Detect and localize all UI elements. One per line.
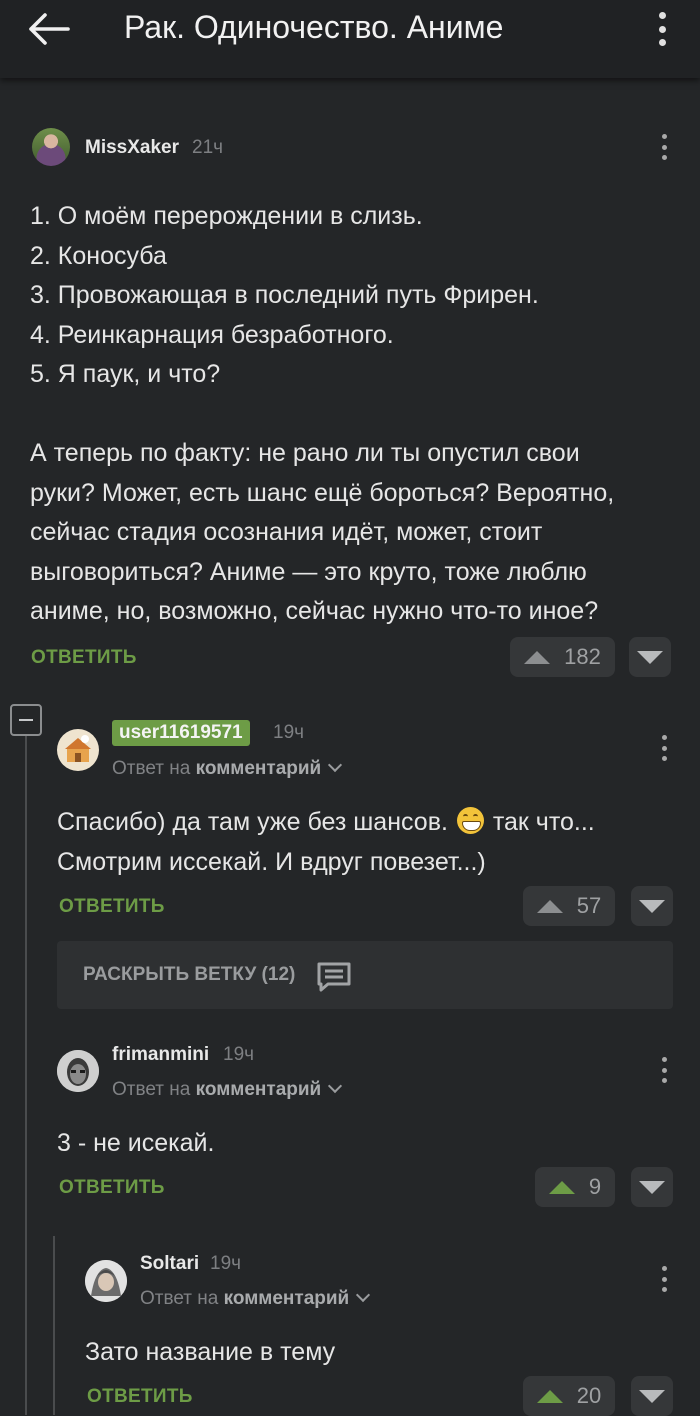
comment-author[interactable]: frimanmini <box>112 1044 209 1066</box>
chevron-down-icon <box>328 757 343 773</box>
triangle-up-icon <box>536 1389 563 1403</box>
back-arrow-icon[interactable] <box>28 12 72 46</box>
comment-text-line: 4. Реинкарнация безработного. <box>30 320 394 349</box>
triangle-down-icon <box>639 899 665 913</box>
upvote-button[interactable]: 20 <box>523 1376 615 1416</box>
comment-text-line: руки? Может, есть шанс ещё бороться? Вер… <box>30 478 615 507</box>
expand-branch-label: РАСКРЫТЬ ВЕТКУ (12) <box>83 964 296 985</box>
upvote-button[interactable]: 57 <box>523 886 615 926</box>
comment-text: 1. О моём перерождении в слизь. 2. Конос… <box>30 197 614 632</box>
triangle-down-icon <box>639 1180 665 1194</box>
more-vert-icon[interactable] <box>659 134 669 160</box>
avatar[interactable] <box>32 128 70 166</box>
vote-count: 9 <box>588 1174 602 1199</box>
more-vert-icon[interactable] <box>659 735 669 761</box>
reply-button[interactable]: ОТВЕТИТЬ <box>59 1177 165 1199</box>
avatar[interactable] <box>57 1050 99 1092</box>
app-toolbar: Рак. Одиночество. Аниме <box>0 0 700 78</box>
more-vert-icon[interactable] <box>655 12 669 46</box>
thread-line <box>25 736 27 1415</box>
comment-text-line: Смотрим иссекай. И вдруг повезет...) <box>57 847 486 876</box>
comment-text-line: Спасибо) да там уже без шансов. так что.… <box>57 803 595 843</box>
comment-time: 21ч <box>192 137 224 158</box>
character-icon <box>85 1260 127 1302</box>
face-icon <box>57 1050 99 1092</box>
comment-text-line: 1. О моём перерождении в слизь. <box>30 202 423 230</box>
reply-to-link[interactable]: Ответ на комментарий <box>112 757 343 780</box>
comment-text-line: 3. Провожающая в последний путь Фрирен. <box>30 281 539 309</box>
reply-button[interactable]: ОТВЕТИТЬ <box>31 647 137 669</box>
reply-button[interactable]: ОТВЕТИТЬ <box>87 1386 193 1408</box>
comment-text-line: сейчас стадия осознания идёт, может, сто… <box>30 518 543 546</box>
text-fragment: так что... <box>492 808 595 836</box>
triangle-up-icon <box>524 650 551 664</box>
upvote-button[interactable]: 182 <box>510 637 615 677</box>
text-fragment: Спасибо) да там уже без шансов. <box>57 808 448 836</box>
reply-to-prefix: Ответ на <box>112 1079 191 1100</box>
comment-text-line: А теперь по факту: не рано ли ты опустил… <box>30 439 580 467</box>
comment-text: 3 - не исекай. <box>57 1129 215 1157</box>
triangle-down-icon <box>639 1389 665 1403</box>
comment-text: Спасибо) да там уже без шансов. так что.… <box>57 803 595 882</box>
reply-to-prefix: Ответ на <box>140 1288 219 1309</box>
grinning-face-emoji <box>456 807 484 834</box>
more-vert-icon[interactable] <box>659 1266 669 1292</box>
reply-to-link[interactable]: Ответ на комментарий <box>140 1287 371 1310</box>
comment-text-line: аниме, но, возможно, сейчас нужно что-то… <box>30 597 599 625</box>
triangle-up-icon <box>548 1180 575 1194</box>
thread-line <box>53 1236 55 1415</box>
triangle-down-icon <box>637 650 663 664</box>
comment-author[interactable]: user11619571 <box>112 720 250 746</box>
chevron-down-icon <box>328 1078 343 1094</box>
avatar[interactable] <box>85 1260 127 1302</box>
more-vert-icon[interactable] <box>659 1057 669 1083</box>
reply-to-target: комментарий <box>195 758 322 779</box>
expand-branch-button[interactable]: РАСКРЫТЬ ВЕТКУ (12) <box>57 941 673 1009</box>
page-title: Рак. Одиночество. Аниме <box>124 9 504 45</box>
downvote-button[interactable] <box>631 1167 673 1207</box>
reply-to-target: комментарий <box>223 1288 350 1309</box>
triangle-up-icon <box>536 899 563 913</box>
comment-text: Зато название в тему <box>85 1338 336 1366</box>
comment-time: 19ч <box>273 722 305 743</box>
comment-author[interactable]: MissXaker <box>85 137 179 159</box>
avatar[interactable] <box>57 729 99 771</box>
chevron-down-icon <box>356 1287 371 1303</box>
collapse-thread-button[interactable] <box>10 704 42 736</box>
vote-count: 57 <box>576 893 602 918</box>
comment-author[interactable]: Soltari <box>140 1253 199 1275</box>
house-icon <box>65 735 91 762</box>
reply-to-link[interactable]: Ответ на комментарий <box>112 1078 343 1101</box>
reply-button[interactable]: ОТВЕТИТЬ <box>59 896 165 918</box>
reply-to-target: комментарий <box>195 1079 322 1100</box>
downvote-button[interactable] <box>629 637 671 677</box>
comment-text-line: 5. Я паук, и что? <box>30 360 221 388</box>
comment-time: 19ч <box>223 1044 255 1065</box>
vote-count: 20 <box>576 1383 602 1408</box>
downvote-button[interactable] <box>631 886 673 926</box>
vote-count: 182 <box>564 644 601 669</box>
reply-to-prefix: Ответ на <box>112 758 191 779</box>
downvote-button[interactable] <box>631 1376 673 1416</box>
comment-bubble-icon <box>317 962 351 992</box>
upvote-button[interactable]: 9 <box>535 1167 615 1207</box>
comment-text-line: 2. Коносуба <box>30 241 167 270</box>
comment-time: 19ч <box>210 1253 242 1274</box>
comment-text-line: выговориться? Аниме — это круто, тоже лю… <box>30 557 587 586</box>
